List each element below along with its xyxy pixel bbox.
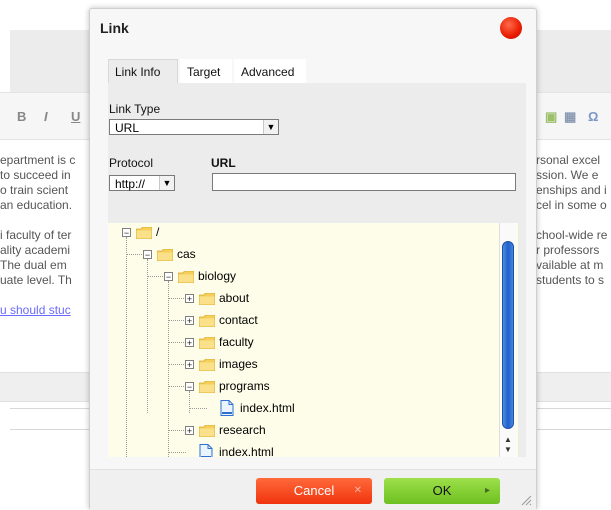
- editor-text-line: The dual em: [0, 258, 67, 272]
- tree-item-label: cas: [177, 247, 196, 261]
- chevron-right-icon: ▸: [484, 485, 490, 496]
- protocol-label: Protocol: [109, 156, 154, 170]
- tree-connector: [169, 386, 186, 387]
- scrollbar-thumb[interactable]: [502, 241, 514, 429]
- dialog-title: Link: [100, 20, 129, 36]
- expand-icon[interactable]: +: [185, 316, 194, 326]
- tree-guide: [147, 259, 148, 413]
- cancel-button[interactable]: Cancel ✕: [256, 478, 372, 504]
- collapse-icon[interactable]: −: [122, 228, 131, 238]
- table-icon[interactable]: ▦: [564, 109, 576, 125]
- tree-item-label: about: [219, 291, 250, 305]
- file-icon: [220, 400, 234, 416]
- tree-item-label: research: [219, 423, 266, 437]
- scroll-down-icon[interactable]: ▼: [502, 445, 514, 455]
- tab-link-info[interactable]: Link Info: [108, 59, 178, 83]
- tree-scrollbar[interactable]: ▲ ▼: [499, 223, 516, 457]
- tree-connector: [169, 430, 186, 431]
- tree-connector: [169, 452, 186, 453]
- folder-icon: [156, 248, 174, 262]
- link-type-value: URL: [115, 121, 140, 135]
- editor-text-line: o train scient: [0, 183, 69, 197]
- folder-icon: [198, 336, 216, 350]
- editor-text-line: uate level. Th: [0, 273, 72, 287]
- editor-text-line: rsonal excel: [536, 153, 601, 167]
- folder-icon: [198, 358, 216, 372]
- tree-item-label: faculty: [219, 335, 254, 349]
- bold-button[interactable]: B: [17, 109, 26, 124]
- expand-icon[interactable]: +: [185, 426, 194, 436]
- tree-connector: [169, 364, 186, 365]
- tree-connector: [148, 276, 165, 277]
- underline-button[interactable]: U: [71, 109, 80, 124]
- link-type-select[interactable]: URL ▼: [109, 119, 279, 135]
- chevron-down-icon: ▼: [159, 176, 174, 190]
- chevron-down-icon: ▼: [263, 120, 278, 134]
- tree-guide: [126, 237, 127, 457]
- omega-icon[interactable]: Ω: [588, 109, 598, 124]
- editor-text-line: ssion. We e: [536, 168, 599, 182]
- editor-text-line: i faculty of ter: [0, 228, 72, 242]
- ok-button-label: OK: [432, 483, 452, 498]
- cancel-button-label: Cancel: [293, 483, 335, 498]
- editor-text-line: chool-wide re: [536, 228, 608, 242]
- collapse-icon[interactable]: −: [164, 272, 173, 282]
- tree-connector: [190, 408, 207, 409]
- close-x-icon: ✕: [353, 485, 362, 496]
- editor-text-line: to succeed in: [0, 168, 71, 182]
- tree-item-label: /: [156, 225, 160, 239]
- tree-item-label: index.html: [240, 401, 295, 415]
- editor-text-line: enships and i: [536, 183, 607, 197]
- file-browser-tree: − / − cas − biology + about + contact + faculty + ima…: [108, 223, 518, 457]
- folder-icon: [198, 292, 216, 306]
- tree-item-label: index.html: [219, 445, 274, 457]
- collapse-icon[interactable]: −: [143, 250, 152, 260]
- url-input[interactable]: [212, 173, 516, 191]
- tree-guide: [189, 391, 190, 413]
- tree-item-label: images: [219, 357, 258, 371]
- folder-icon: [177, 270, 195, 284]
- folder-icon: [135, 226, 153, 240]
- folder-icon: [198, 314, 216, 328]
- ok-button[interactable]: OK ▸: [384, 478, 500, 504]
- editor-text-line: students to s: [536, 273, 605, 287]
- protocol-select[interactable]: http:// ▼: [109, 175, 175, 191]
- url-label: URL: [211, 156, 236, 170]
- folder-icon: [198, 380, 216, 394]
- editor-text-line: vailable at m: [536, 258, 604, 272]
- folder-icon: [198, 424, 216, 438]
- expand-icon[interactable]: +: [185, 294, 194, 304]
- tree-item-label: programs: [219, 379, 270, 393]
- tree-connector: [169, 320, 186, 321]
- close-icon[interactable]: [500, 17, 522, 39]
- tab-target[interactable]: Target: [180, 59, 232, 83]
- expand-icon[interactable]: +: [185, 338, 194, 348]
- protocol-value: http://: [115, 177, 146, 191]
- scroll-up-icon[interactable]: ▲: [502, 435, 514, 445]
- editor-text-line: r professors: [536, 243, 600, 257]
- tree-guide: [168, 281, 169, 457]
- resize-grip-icon[interactable]: [520, 494, 532, 506]
- editor-link-text[interactable]: u should stuc: [0, 303, 88, 318]
- dialog-tabs: Link Info Target Advanced: [108, 59, 526, 83]
- expand-icon[interactable]: +: [185, 360, 194, 370]
- tab-advanced[interactable]: Advanced: [234, 59, 306, 83]
- editor-text-line: epartment is c: [0, 153, 76, 167]
- collapse-icon[interactable]: −: [185, 382, 194, 392]
- dialog-footer: Cancel ✕ OK ▸: [90, 469, 536, 510]
- tree-connector: [169, 298, 186, 299]
- tree-connector: [169, 342, 186, 343]
- tree-item-label: contact: [219, 313, 258, 327]
- tree-item-label: biology: [198, 269, 237, 283]
- editor-text-line: ality academi: [0, 243, 71, 257]
- link-dialog: Link Link Info Target Advanced Link Type…: [89, 8, 537, 510]
- tree-connector: [127, 254, 144, 255]
- italic-button[interactable]: I: [44, 109, 48, 124]
- editor-text-line: an education.: [0, 198, 73, 212]
- file-icon: [199, 444, 213, 457]
- link-type-label: Link Type: [109, 102, 161, 116]
- image-icon[interactable]: ▣: [545, 109, 557, 125]
- editor-text-line: cel in some o: [536, 198, 607, 212]
